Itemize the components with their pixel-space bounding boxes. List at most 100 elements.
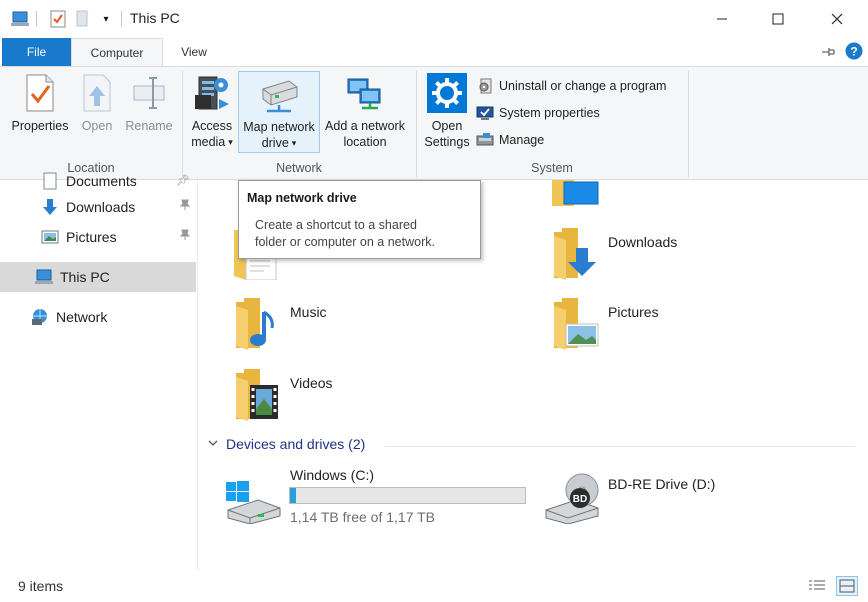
open-settings-label-2: Settings bbox=[424, 135, 470, 149]
tooltip-line: folder or computer on a network. bbox=[255, 235, 435, 249]
computer-icon bbox=[10, 9, 30, 29]
download-arrow-icon bbox=[40, 197, 60, 217]
open-settings-button[interactable]: Open Settings bbox=[420, 73, 474, 150]
open-icon bbox=[77, 73, 117, 113]
pin-icon bbox=[179, 229, 191, 244]
media-server-icon bbox=[192, 73, 232, 113]
add-network-location-label-2: location bbox=[343, 135, 387, 149]
folder-label: Videos bbox=[290, 375, 333, 391]
properties-label: Properties bbox=[11, 119, 69, 133]
downloads-folder-icon bbox=[554, 228, 596, 280]
nav-item-network[interactable]: Network bbox=[0, 302, 196, 331]
system-group-label: System bbox=[531, 161, 573, 175]
music-folder-icon bbox=[236, 298, 274, 350]
window-title: This PC bbox=[130, 10, 180, 26]
folder-music[interactable]: Music bbox=[234, 298, 327, 352]
tiles-view-icon bbox=[839, 579, 855, 593]
customize-qat-chevron-icon[interactable]: ▾ bbox=[96, 9, 116, 29]
help-icon[interactable]: ? bbox=[845, 42, 863, 60]
uninstall-label: Uninstall or change a program bbox=[499, 79, 667, 93]
settings-gear-icon bbox=[427, 73, 467, 113]
maximize-button[interactable] bbox=[755, 0, 801, 38]
folder-label: Music bbox=[290, 304, 327, 320]
tab-file[interactable]: File bbox=[2, 38, 71, 66]
folder-label: Pictures bbox=[608, 304, 659, 320]
windows-drive-icon[interactable] bbox=[226, 476, 282, 525]
add-network-location-label-1: Add a network bbox=[325, 119, 405, 133]
properties-icon bbox=[20, 73, 60, 113]
uninstall-program-icon bbox=[476, 77, 494, 95]
details-view-button[interactable] bbox=[806, 576, 828, 596]
drive-c-free-space: 1,14 TB free of 1,17 TB bbox=[290, 509, 436, 525]
map-network-drive-label-1: Map network bbox=[243, 120, 315, 134]
map-network-drive-label-2: drive bbox=[261, 136, 289, 150]
dropdown-chevron-icon: ▾ bbox=[291, 138, 297, 148]
pictures-folder-icon bbox=[554, 298, 599, 350]
system-properties-icon bbox=[476, 104, 494, 122]
access-media-button[interactable]: Access media ▾ bbox=[186, 73, 238, 150]
details-view-icon bbox=[809, 580, 825, 590]
add-network-location-button[interactable]: Add a network location bbox=[321, 73, 409, 150]
folder-pictures[interactable]: Pictures bbox=[552, 298, 659, 352]
nav-item-this-pc[interactable]: This PC bbox=[0, 262, 196, 292]
this-pc-icon bbox=[34, 267, 54, 287]
devices-header-label: Devices and drives (2) bbox=[226, 436, 366, 452]
new-folder-qat-icon[interactable] bbox=[72, 9, 92, 29]
drive-c-usage-bar bbox=[289, 487, 526, 504]
pin-icon: 📌︎ bbox=[176, 175, 190, 187]
tab-computer[interactable]: Computer bbox=[71, 38, 163, 67]
system-properties-button[interactable]: System properties bbox=[476, 102, 666, 124]
navigation-pane: Documents 📌︎ Downloads Pictures This PC … bbox=[0, 172, 198, 570]
dropdown-chevron-icon: ▾ bbox=[228, 137, 233, 147]
bd-drive-icon[interactable]: BD bbox=[544, 472, 600, 525]
open-settings-label-1: Open bbox=[431, 119, 463, 133]
toolbar-divider bbox=[36, 11, 37, 27]
open-label: Open bbox=[81, 119, 113, 133]
folder-label: Downloads bbox=[608, 234, 678, 250]
network-location-icon bbox=[345, 73, 385, 113]
folder-desktop-partial[interactable] bbox=[552, 180, 600, 211]
nav-item-label: Documents bbox=[66, 172, 137, 189]
section-divider bbox=[385, 446, 855, 447]
nav-item-pictures[interactable]: Pictures bbox=[0, 222, 196, 251]
nav-item-label: Pictures bbox=[66, 228, 117, 245]
uninstall-program-button[interactable]: Uninstall or change a program bbox=[476, 75, 666, 97]
rename-button[interactable]: Rename bbox=[122, 73, 176, 134]
pin-ribbon-icon[interactable] bbox=[820, 44, 836, 60]
tab-view[interactable]: View bbox=[163, 38, 225, 66]
svg-text:?: ? bbox=[850, 45, 857, 59]
manage-label: Manage bbox=[499, 133, 545, 147]
ribbon: Properties Open Rename Location Access m… bbox=[0, 66, 868, 180]
status-bar: 9 items bbox=[0, 570, 868, 602]
manage-button[interactable]: Manage bbox=[476, 129, 666, 151]
nav-item-label: This PC bbox=[60, 269, 110, 285]
bd-badge: BD bbox=[573, 494, 587, 505]
map-network-drive-button[interactable]: Map network drive ▾ bbox=[238, 71, 320, 153]
item-count: 9 items bbox=[18, 578, 64, 594]
drive-c-label[interactable]: Windows (C:) bbox=[290, 467, 374, 483]
ribbon-tabs: File Computer View ? bbox=[0, 38, 868, 67]
drive-d-label[interactable]: BD-RE Drive (D:) bbox=[608, 476, 715, 492]
nav-item-downloads[interactable]: Downloads bbox=[0, 192, 196, 221]
open-button[interactable]: Open bbox=[76, 73, 118, 134]
tiles-view-button[interactable] bbox=[836, 576, 858, 596]
nav-item-documents[interactable]: Documents 📌︎ bbox=[0, 166, 196, 195]
videos-folder-icon bbox=[236, 369, 278, 421]
properties-button[interactable]: Properties bbox=[8, 73, 72, 134]
title-divider bbox=[121, 11, 122, 27]
folder-downloads[interactable]: Downloads bbox=[552, 228, 677, 280]
drive-c-usage-fill bbox=[290, 488, 296, 503]
access-media-label-1: Access bbox=[191, 119, 233, 133]
folder-videos[interactable]: Videos bbox=[234, 369, 333, 423]
network-group-label: Network bbox=[276, 161, 322, 175]
pictures-icon bbox=[40, 227, 60, 247]
tooltip-title: Map network drive bbox=[247, 191, 357, 205]
network-icon bbox=[30, 307, 50, 327]
close-button[interactable] bbox=[814, 0, 860, 38]
pin-icon bbox=[179, 199, 191, 214]
devices-and-drives-header[interactable]: Devices and drives (2) bbox=[208, 436, 365, 452]
properties-qat-icon[interactable] bbox=[48, 9, 68, 29]
minimize-button[interactable] bbox=[699, 0, 745, 38]
collapse-chevron-icon bbox=[208, 439, 218, 450]
tooltip-body: Create a shortcut to a shared folder or … bbox=[255, 217, 472, 251]
